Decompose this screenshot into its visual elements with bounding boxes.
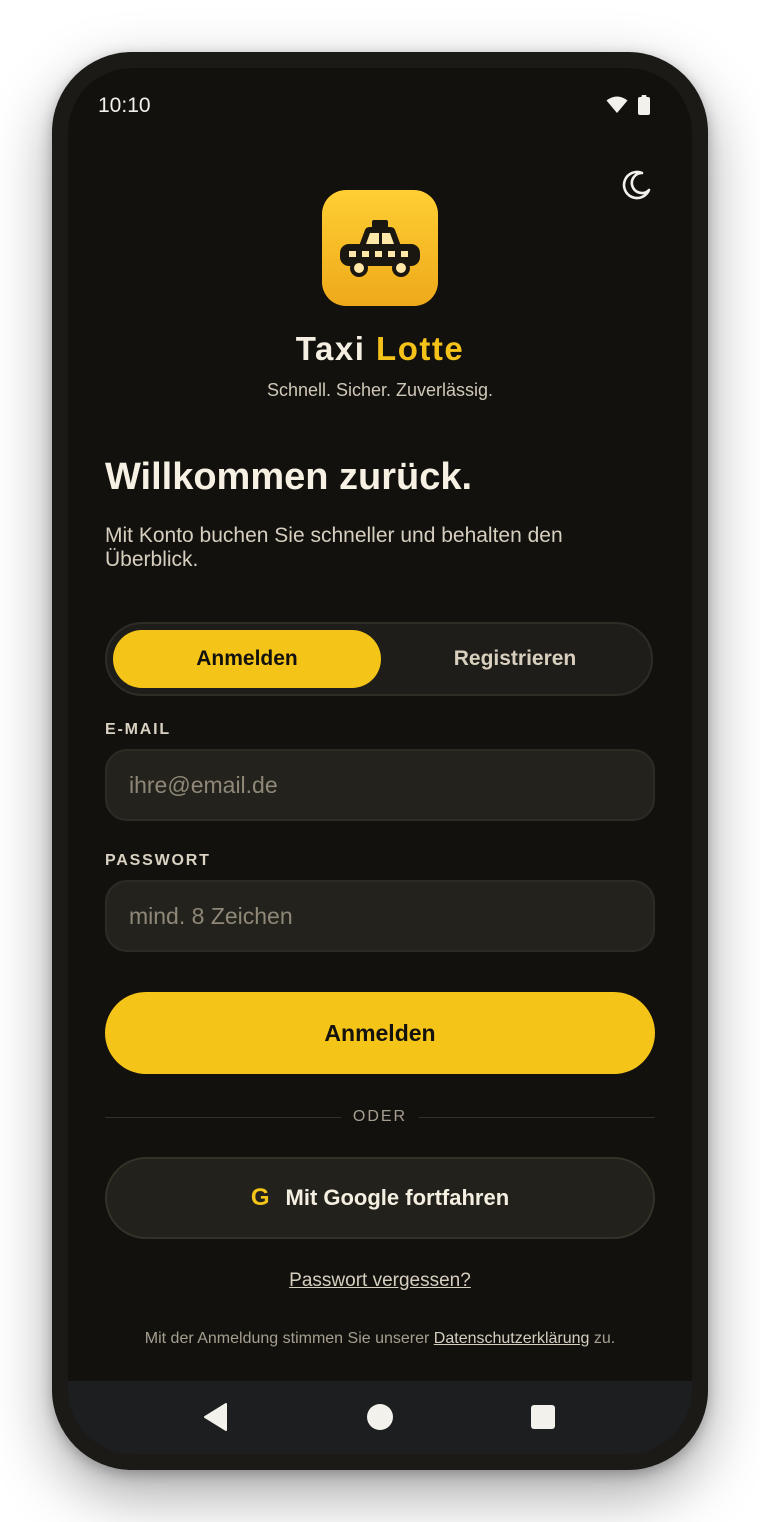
- email-field[interactable]: ihre@email.de: [105, 749, 655, 821]
- tab-anmelden[interactable]: Anmelden: [113, 630, 381, 688]
- system-nav-bar: [68, 1381, 692, 1454]
- battery-icon: [638, 95, 650, 115]
- app-name-part1: Taxi: [295, 330, 366, 367]
- status-bar: 10:10: [68, 68, 692, 144]
- app-name: Taxi Lotte: [68, 330, 692, 368]
- welcome-title: Willkommen zurück.: [105, 456, 473, 498]
- home-icon: [367, 1404, 393, 1430]
- phone-frame: 10:10 Taxi Lotte Schnell. Sicher. Zuverl…: [52, 52, 708, 1470]
- app-tagline: Schnell. Sicher. Zuverlässig.: [266, 380, 494, 400]
- password-placeholder: mind. 8 Zeichen: [129, 902, 293, 929]
- auth-mode-switch: Anmelden Registrieren: [105, 622, 653, 696]
- status-time: 10:10: [98, 94, 151, 117]
- nav-back-button[interactable]: [196, 1397, 236, 1437]
- email-placeholder: ihre@email.de: [129, 771, 278, 798]
- recents-icon: [531, 1405, 555, 1429]
- privacy-policy-link[interactable]: Datenschutzerklärung: [434, 1330, 590, 1347]
- legal-notice: Mit der Anmeldung stimmen Sie unserer Da…: [68, 1330, 692, 1348]
- legal-prefix: Mit der Anmeldung stimmen Sie unserer: [144, 1330, 430, 1347]
- taxi-icon: [340, 220, 420, 277]
- nav-home-button[interactable]: [360, 1397, 400, 1437]
- login-button[interactable]: Anmelden: [105, 992, 655, 1074]
- password-field[interactable]: mind. 8 Zeichen: [105, 880, 655, 952]
- password-label: PASSWORT: [105, 852, 211, 869]
- status-icons: [606, 95, 650, 115]
- google-signin-label: Mit Google fortfahren: [285, 1185, 510, 1210]
- app-name-part2: Lotte: [376, 330, 465, 367]
- wifi-icon: [606, 96, 628, 113]
- google-icon: G: [250, 1184, 270, 1211]
- forgot-password-link[interactable]: Passwort vergessen?: [68, 1270, 692, 1292]
- welcome-subtitle: Mit Konto buchen Sie schneller und behal…: [105, 524, 563, 571]
- screen: 10:10 Taxi Lotte Schnell. Sicher. Zuverl…: [68, 68, 692, 1454]
- tab-registrieren[interactable]: Registrieren: [383, 630, 647, 688]
- app-logo: [322, 190, 438, 306]
- email-label: E-MAIL: [105, 721, 171, 738]
- divider-right: [419, 1117, 655, 1118]
- theme-toggle-button[interactable]: [620, 168, 654, 202]
- nav-recents-button[interactable]: [523, 1397, 563, 1437]
- back-icon: [204, 1403, 227, 1431]
- google-signin-button[interactable]: G Mit Google fortfahren: [105, 1157, 655, 1239]
- moon-icon: [622, 170, 651, 200]
- legal-suffix: zu.: [593, 1330, 616, 1347]
